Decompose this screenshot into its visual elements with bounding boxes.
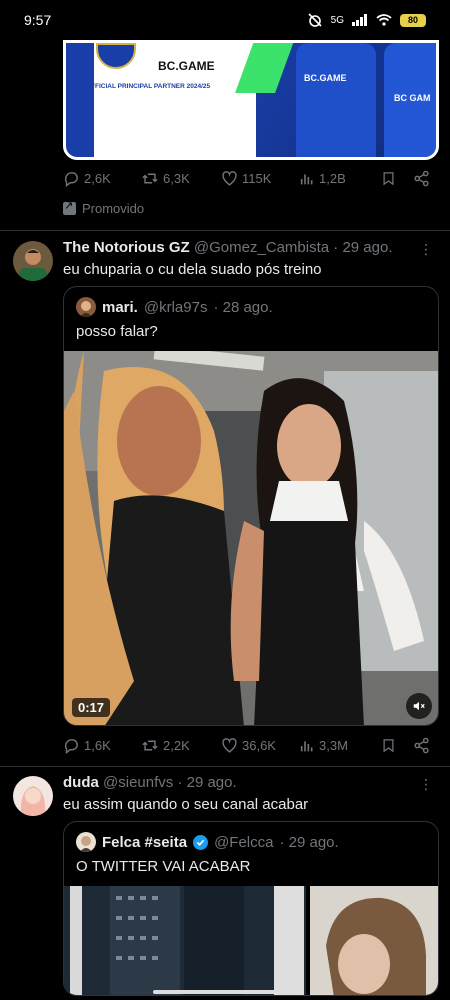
home-indicator[interactable] bbox=[153, 990, 297, 994]
divider bbox=[0, 230, 450, 231]
quote-header: Felca #seita @Felcca · 29 ago. bbox=[76, 832, 339, 852]
network-label: 5G bbox=[330, 14, 344, 26]
quoted-tweet[interactable]: Felca #seita @Felcca · 29 ago. O TWITTER… bbox=[63, 821, 439, 996]
views-button[interactable]: 1,2B bbox=[299, 171, 381, 187]
views-count: 1,2B bbox=[319, 171, 346, 186]
like-icon bbox=[222, 738, 237, 753]
status-time: 9:57 bbox=[24, 12, 52, 28]
ad-left-panel: BC.GAME OFFICIAL PRINCIPAL PARTNER 2024/… bbox=[66, 43, 266, 157]
like-count: 115K bbox=[242, 171, 272, 186]
reply-icon bbox=[64, 739, 78, 754]
club-crest-icon bbox=[96, 43, 136, 69]
quote-date: · 29 ago. bbox=[279, 833, 339, 851]
video-duration: 0:17 bbox=[72, 698, 111, 717]
avatar[interactable] bbox=[13, 776, 53, 816]
share-button[interactable] bbox=[413, 170, 430, 187]
ad-shirt-text: BC GAM bbox=[394, 93, 431, 103]
like-count: 36,6K bbox=[242, 738, 276, 753]
reply-icon bbox=[64, 172, 78, 187]
bookmark-button[interactable] bbox=[381, 170, 413, 187]
ad-partner-line: OFFICIAL PRINCIPAL PARTNER 2024/25 bbox=[86, 83, 211, 90]
share-icon bbox=[414, 170, 429, 187]
ad-shirt: BC GAM bbox=[384, 43, 436, 157]
promoted-label: Promovido bbox=[63, 199, 145, 216]
ad-action-bar: 2,6K 6,3K 115K 1,2B bbox=[63, 170, 443, 187]
share-button[interactable] bbox=[413, 737, 430, 754]
tweet-date[interactable]: · 29 ago. bbox=[333, 239, 392, 256]
wifi-icon bbox=[376, 14, 392, 26]
status-icons: 5G 80 bbox=[307, 13, 426, 27]
bookmark-icon bbox=[383, 739, 394, 753]
repost-count: 2,2K bbox=[163, 738, 190, 753]
quote-author-handle: @krla97s bbox=[143, 298, 208, 316]
views-button[interactable]: 3,3M bbox=[299, 738, 381, 754]
repost-button[interactable]: 6,3K bbox=[141, 170, 221, 187]
avatar[interactable] bbox=[13, 241, 53, 281]
ad-blue-band bbox=[66, 43, 94, 157]
battery-icon: 80 bbox=[400, 13, 426, 27]
promoted-text: Promovido bbox=[82, 201, 145, 216]
more-icon[interactable]: ⋮ bbox=[419, 241, 433, 258]
tweet-text: eu assim quando o seu canal acabar bbox=[63, 796, 309, 813]
author-handle[interactable]: @sieunfvs bbox=[103, 774, 173, 791]
verified-icon bbox=[193, 834, 209, 850]
repost-count: 6,3K bbox=[163, 171, 190, 186]
quote-header: mari. @krla97s · 28 ago. bbox=[76, 297, 273, 317]
author-name[interactable]: duda bbox=[63, 774, 99, 791]
quote-author-handle: @Felcca bbox=[214, 833, 274, 851]
ad-shirt-text: BC.GAME bbox=[304, 73, 347, 83]
ad-media[interactable]: BC.GAME OFFICIAL PRINCIPAL PARTNER 2024/… bbox=[63, 40, 439, 160]
reply-button[interactable]: 1,6K bbox=[63, 737, 141, 754]
quote-author-name: mari. bbox=[102, 298, 138, 316]
ad-shirt: BC.GAME bbox=[296, 43, 376, 157]
views-count: 3,3M bbox=[319, 738, 348, 753]
quote-avatar bbox=[76, 297, 96, 317]
media-thumbnail bbox=[64, 886, 438, 995]
tweet-action-bar: 1,6K 2,2K 36,6K 3,3M bbox=[63, 737, 443, 754]
like-button[interactable]: 115K bbox=[221, 170, 299, 187]
views-icon bbox=[300, 740, 313, 751]
repost-icon bbox=[142, 173, 158, 184]
quote-author-name: Felca #seita bbox=[102, 833, 188, 851]
reply-count: 1,6K bbox=[84, 738, 111, 753]
author-name[interactable]: The Notorious GZ bbox=[63, 239, 190, 256]
tweet-text: eu chuparia o cu dela suado pós treino bbox=[63, 261, 322, 278]
repost-icon bbox=[142, 740, 158, 751]
views-icon bbox=[300, 173, 313, 184]
author-handle[interactable]: @Gomez_Cambista bbox=[194, 239, 329, 256]
tweet-header: duda @sieunfvs · 29 ago. bbox=[63, 774, 237, 791]
like-icon bbox=[222, 171, 237, 186]
repost-button[interactable]: 2,2K bbox=[141, 737, 221, 754]
status-bar: 9:57 5G 80 bbox=[0, 0, 450, 40]
ad-brand: BC.GAME bbox=[158, 59, 215, 73]
video-player[interactable]: 0:17 bbox=[64, 351, 438, 725]
more-icon[interactable]: ⋮ bbox=[419, 776, 433, 793]
quote-avatar bbox=[76, 832, 96, 852]
reply-button[interactable]: 2,6K bbox=[63, 170, 141, 187]
signal-icon bbox=[352, 14, 367, 26]
divider bbox=[0, 766, 450, 767]
bookmark-button[interactable] bbox=[381, 737, 413, 754]
promoted-icon bbox=[63, 199, 76, 215]
quote-text: posso falar? bbox=[76, 323, 158, 340]
bookmark-icon bbox=[383, 172, 394, 186]
quote-media[interactable] bbox=[64, 886, 438, 995]
tweet-header: The Notorious GZ @Gomez_Cambista · 29 ag… bbox=[63, 239, 393, 256]
like-button[interactable]: 36,6K bbox=[221, 737, 299, 754]
quoted-tweet[interactable]: mari. @krla97s · 28 ago. posso falar? 0:… bbox=[63, 286, 439, 726]
mute-icon bbox=[413, 701, 425, 711]
share-icon bbox=[414, 737, 429, 754]
alarm-off-icon bbox=[308, 13, 322, 27]
quote-text: O TWITTER VAI ACABAR bbox=[76, 858, 251, 875]
reply-count: 2,6K bbox=[84, 171, 111, 186]
tweet-date[interactable]: · 29 ago. bbox=[177, 774, 236, 791]
quote-date: · 28 ago. bbox=[213, 298, 273, 316]
mute-button[interactable] bbox=[406, 693, 432, 719]
video-frame bbox=[64, 351, 438, 725]
